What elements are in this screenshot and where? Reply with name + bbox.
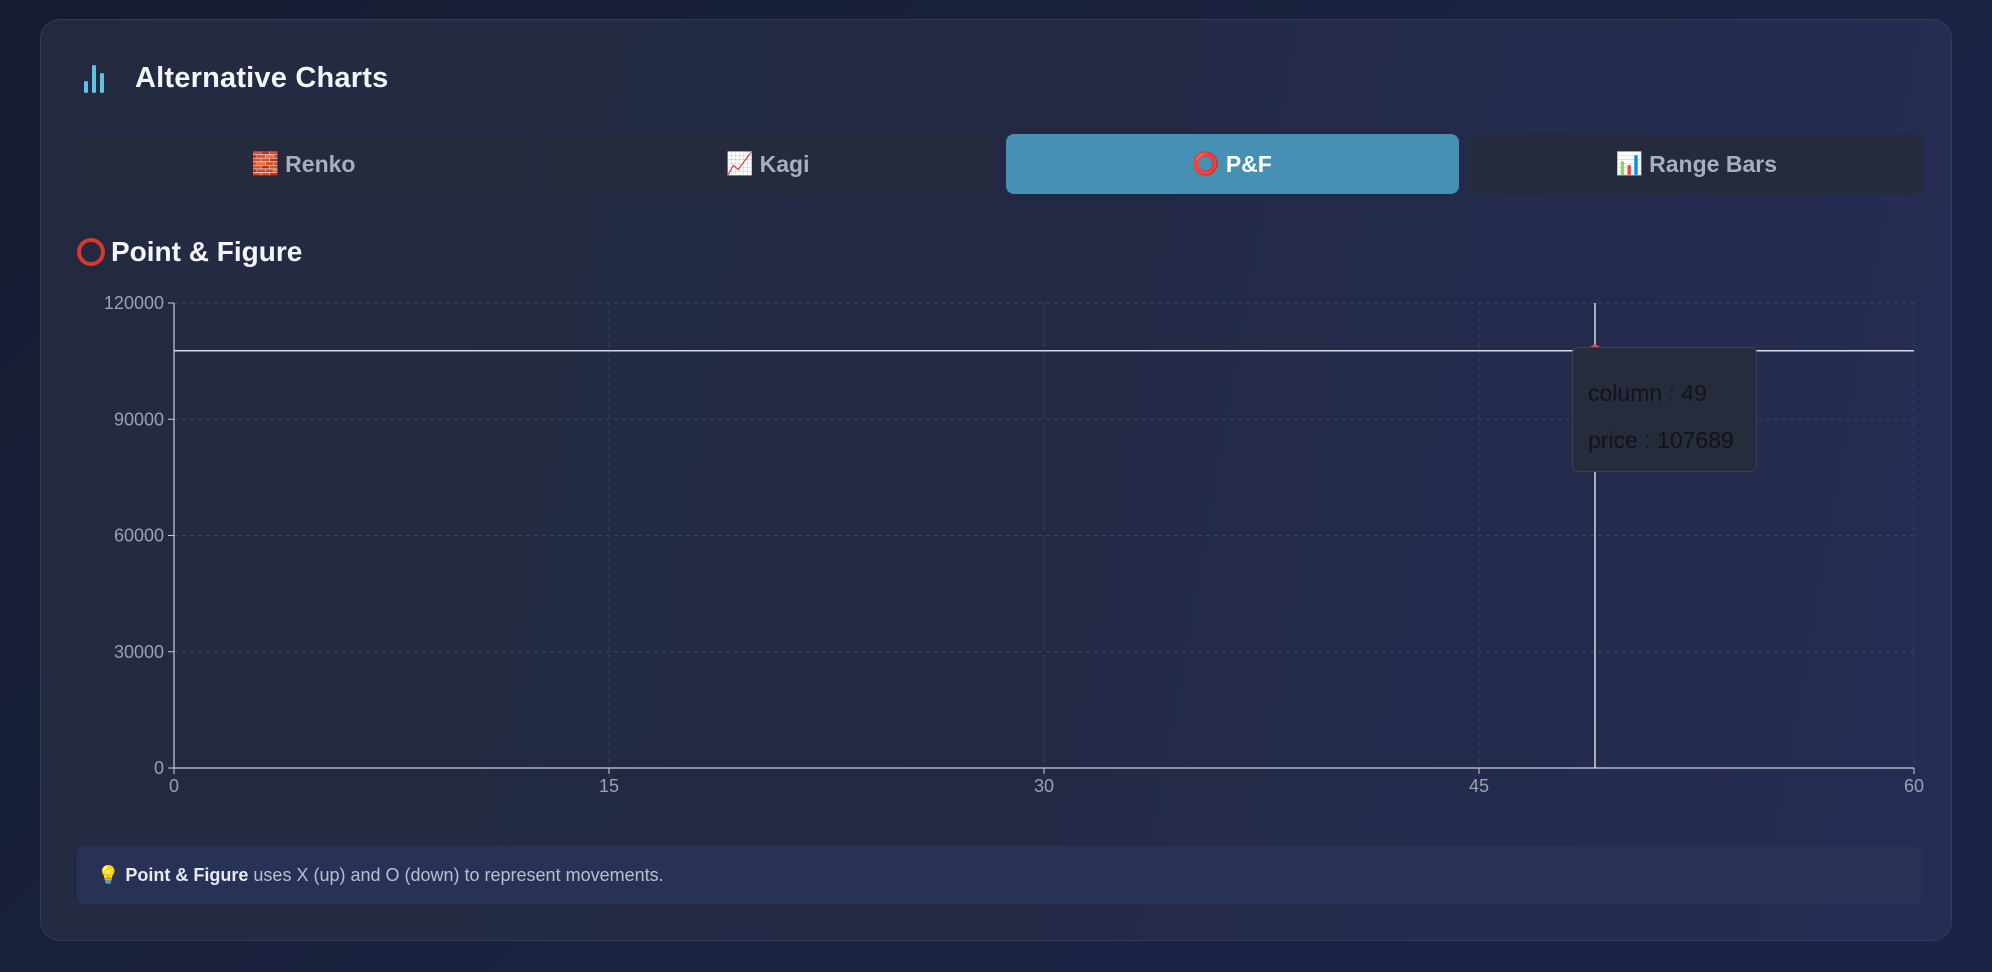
x-tick-label: 60 <box>1904 776 1924 796</box>
point-and-figure-chart[interactable]: 0 15 30 45 60 0 30000 60000 90000 120000 <box>0 0 1992 972</box>
y-tick-label: 120000 <box>104 293 164 313</box>
tooltip-price-row: price : 107689 <box>1588 427 1734 453</box>
y-tick-label: 0 <box>154 758 164 778</box>
x-tick-label: 45 <box>1469 776 1489 796</box>
y-tick-label: 30000 <box>114 642 164 662</box>
x-tick-label: 0 <box>169 776 179 796</box>
chart-tooltip: column : 49 price : 107689 <box>1572 347 1757 472</box>
x-tick-label: 15 <box>599 776 619 796</box>
y-tick-label: 60000 <box>114 526 164 546</box>
y-tick-label: 90000 <box>114 409 164 429</box>
tooltip-column-row: column : 49 <box>1588 380 1707 406</box>
x-tick-label: 30 <box>1034 776 1054 796</box>
